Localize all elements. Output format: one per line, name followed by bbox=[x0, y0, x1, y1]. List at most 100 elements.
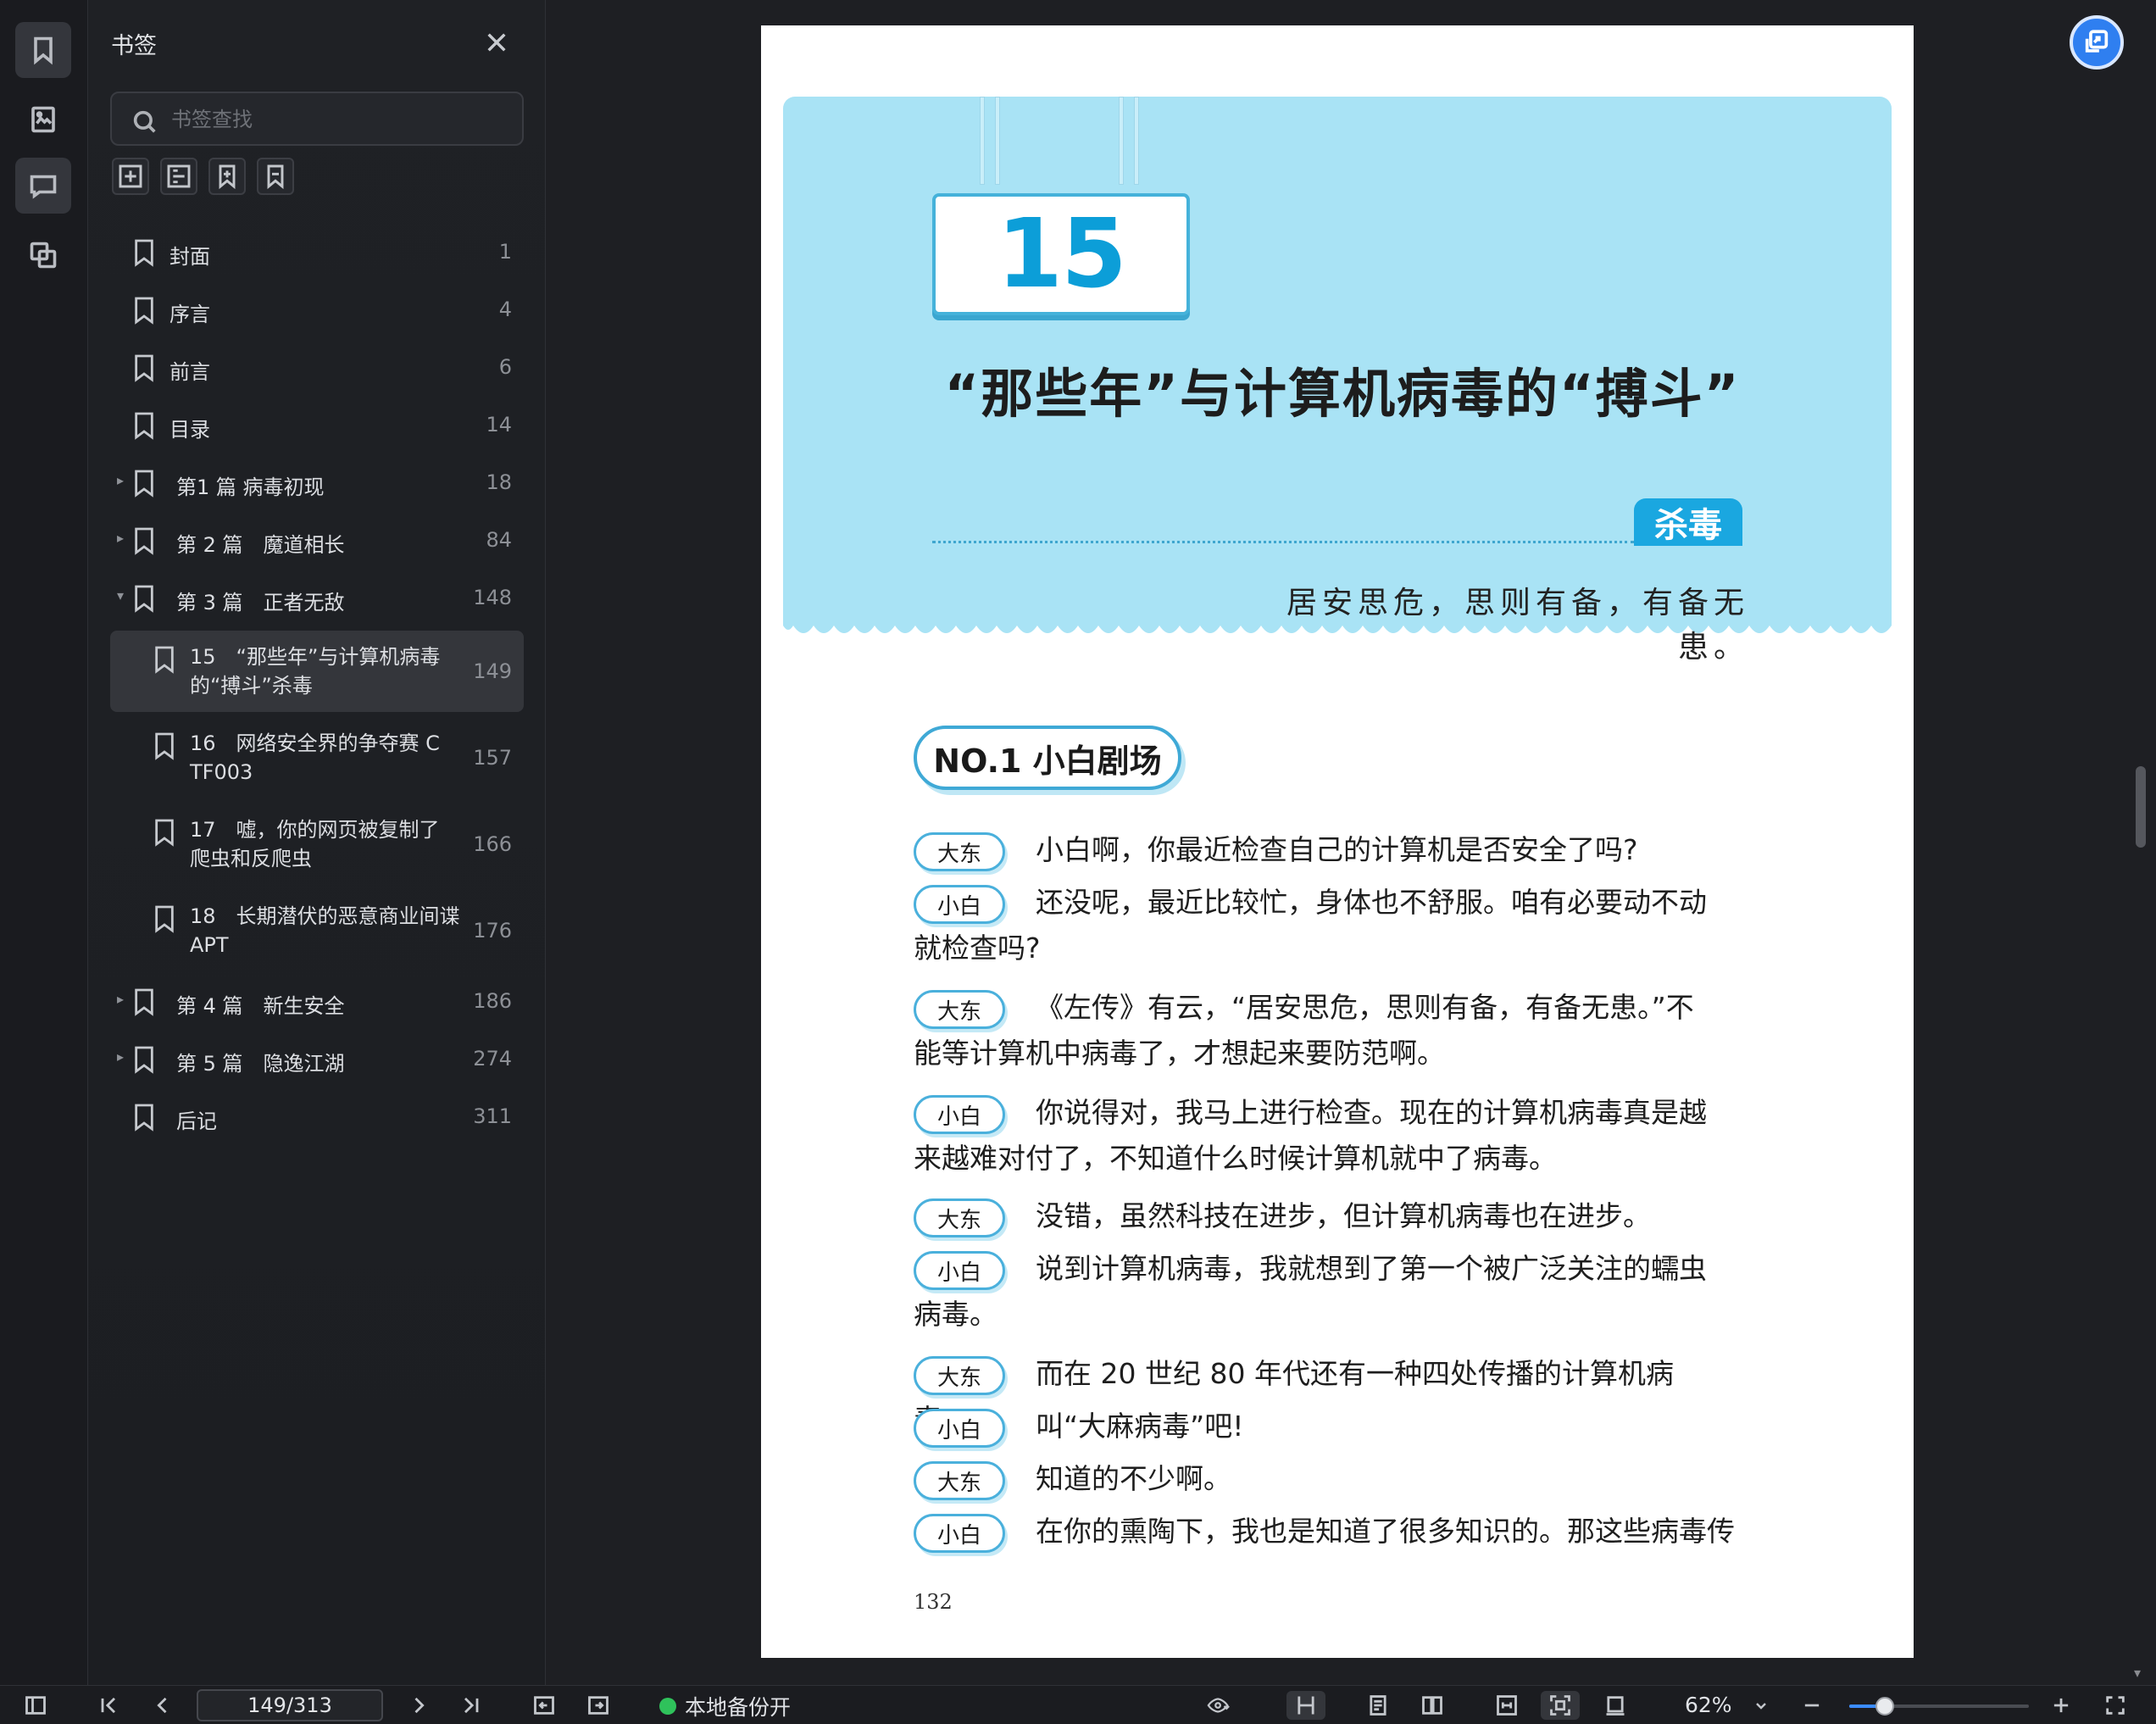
close-icon[interactable] bbox=[483, 29, 510, 56]
document-area: 15 “那些年”与计算机病毒的“搏斗” 杀毒 居安思危，思则有备，有备无患。 N… bbox=[547, 0, 2156, 1685]
dialogue-line: 在你的熏陶下，我也是知道了很多知识的。那这些病毒传 bbox=[1036, 1515, 1735, 1548]
expand-caret-icon[interactable]: ▸ bbox=[117, 531, 129, 545]
bookmark-rail-icon[interactable] bbox=[15, 22, 71, 78]
backup-status[interactable]: 本地备份开 bbox=[659, 1691, 791, 1721]
bookmark-item[interactable]: 17 嘘，你的网页被复制了爬虫和反爬虫 166 bbox=[110, 804, 524, 885]
zoom-slider-handle[interactable] bbox=[1875, 1697, 1895, 1716]
icon-rail bbox=[0, 0, 88, 1685]
bookmark-page: 157 bbox=[473, 746, 512, 770]
bookmark-item[interactable]: 18 长期潜伏的恶意商业间谍APT 176 bbox=[110, 890, 524, 971]
bookmark-icon bbox=[153, 644, 176, 675]
bookmark-icon bbox=[132, 987, 156, 1017]
bookmark-search[interactable] bbox=[110, 92, 524, 146]
continuous-scroll-icon[interactable] bbox=[1286, 1691, 1325, 1720]
zoom-in-icon[interactable] bbox=[2046, 1691, 2076, 1720]
attachment-rail-icon[interactable] bbox=[15, 227, 71, 283]
bookmark-page: 84 bbox=[486, 528, 512, 552]
collapse-caret-icon[interactable]: ▾ bbox=[117, 589, 129, 603]
bookmark-item[interactable]: 封面 1 bbox=[110, 224, 524, 281]
share-icon bbox=[2085, 30, 2109, 53]
bookmark-page: 14 bbox=[486, 413, 512, 437]
bookmark-icon bbox=[132, 526, 156, 556]
bookmark-icon bbox=[153, 904, 176, 934]
next-page-icon[interactable] bbox=[403, 1691, 434, 1720]
eye-view-icon[interactable] bbox=[1193, 1691, 1244, 1720]
vertical-scrollbar[interactable] bbox=[2136, 766, 2146, 848]
bookmark-label: 目录 bbox=[169, 418, 210, 442]
card-string bbox=[980, 97, 985, 185]
bookmark-label: 16 网络安全界的争夺赛 CTF003 bbox=[190, 731, 440, 784]
zoom-slider[interactable] bbox=[1849, 1697, 2029, 1716]
bookmark-item[interactable]: ▸ 第1 篇 病毒初现 18 bbox=[110, 454, 524, 512]
expand-caret-icon[interactable]: ▸ bbox=[117, 993, 129, 1006]
floating-share-button[interactable] bbox=[2070, 15, 2124, 70]
add-bookmark-icon[interactable] bbox=[208, 158, 246, 195]
bookmark-label: 封面 bbox=[169, 245, 210, 269]
comment-rail-icon[interactable] bbox=[15, 158, 71, 214]
bookmark-label: 15 “那些年”与计算机病毒的“搏斗”杀毒 bbox=[190, 645, 441, 698]
fit-width-icon[interactable] bbox=[1492, 1691, 1522, 1720]
bookmark-panel: 书签 封面 1 序言 4 前言 6 目录 14 ▸ 第1 篇 病毒初现 18 ▸ bbox=[89, 0, 546, 1685]
go-forward-icon[interactable] bbox=[583, 1691, 614, 1720]
bookmark-item[interactable]: 16 网络安全界的争夺赛 CTF003 157 bbox=[110, 717, 524, 798]
bookmark-icon bbox=[132, 237, 156, 268]
chapter-tag: 杀毒 bbox=[1634, 498, 1742, 546]
zoom-dropdown-chevron-icon[interactable] bbox=[1751, 1691, 1771, 1720]
bookmark-item[interactable]: 后记 311 bbox=[110, 1088, 524, 1146]
bookmark-item[interactable]: 前言 6 bbox=[110, 339, 524, 397]
thumbnail-rail-icon[interactable] bbox=[15, 92, 71, 147]
bookmark-label: 第 3 篇 正者无敌 bbox=[176, 591, 345, 615]
bookmark-item-selected[interactable]: 15 “那些年”与计算机病毒的“搏斗”杀毒 149 bbox=[110, 631, 524, 712]
bookmark-label: 18 长期潜伏的恶意商业间谍APT bbox=[190, 904, 460, 957]
bookmark-label: 第 4 篇 新生安全 bbox=[176, 994, 345, 1018]
bookmark-page: 166 bbox=[473, 832, 512, 856]
dialogue-line: 知道的不少啊。 bbox=[1036, 1462, 1231, 1495]
two-page-icon[interactable] bbox=[1417, 1691, 1448, 1720]
dialogue-line: 小白啊，你最近检查自己的计算机是否安全了吗? bbox=[1036, 833, 1638, 866]
bookmark-page: 274 bbox=[473, 1047, 512, 1071]
remove-bookmark-icon[interactable] bbox=[257, 158, 294, 195]
bookmark-page: 186 bbox=[473, 989, 512, 1013]
bookmark-icon bbox=[132, 583, 156, 614]
chapter-number-card: 15 bbox=[932, 193, 1190, 315]
previous-page-icon[interactable] bbox=[147, 1691, 178, 1720]
bookmark-item[interactable]: 目录 14 bbox=[110, 397, 524, 454]
bookmark-icon bbox=[132, 1044, 156, 1075]
expand-caret-icon[interactable]: ▸ bbox=[117, 474, 129, 487]
bookmark-page: 18 bbox=[486, 470, 512, 494]
toggle-sidebar-icon[interactable] bbox=[20, 1691, 51, 1720]
scroll-down-arrow-icon[interactable]: ▾ bbox=[2134, 1665, 2141, 1681]
zoom-out-icon[interactable] bbox=[1797, 1691, 1827, 1720]
first-page-icon[interactable] bbox=[93, 1691, 124, 1720]
bookmark-search-input[interactable] bbox=[171, 102, 510, 137]
bookmark-label: 第1 篇 病毒初现 bbox=[176, 475, 325, 499]
bookmark-item[interactable]: ▸ 第 2 篇 魔道相长 84 bbox=[110, 512, 524, 570]
bookmark-label: 第 5 篇 隐逸江湖 bbox=[176, 1052, 345, 1076]
bookmark-page: 4 bbox=[498, 298, 512, 321]
bookmark-item[interactable]: ▾ 第 3 篇 正者无敌 148 bbox=[110, 570, 524, 627]
bookmark-icon bbox=[132, 353, 156, 383]
chapter-banner: 15 “那些年”与计算机病毒的“搏斗” 杀毒 居安思危，思则有备，有备无患。 bbox=[783, 97, 1892, 665]
page-indicator-input[interactable]: 149/313 bbox=[197, 1689, 383, 1721]
dialogue-line: 你说得对，我马上进行检查。现在的计算机病毒真是越来越难对付了，不知道什么时候计算… bbox=[914, 1096, 1707, 1175]
go-back-icon[interactable] bbox=[529, 1691, 559, 1720]
bookmark-page: 311 bbox=[473, 1104, 512, 1128]
bookmark-page: 149 bbox=[473, 659, 512, 683]
single-page-icon[interactable] bbox=[1363, 1691, 1393, 1720]
search-icon bbox=[133, 110, 156, 133]
zoom-level[interactable]: 62% bbox=[1685, 1693, 1732, 1717]
bookmark-label: 序言 bbox=[169, 303, 210, 326]
expand-caret-icon[interactable]: ▸ bbox=[117, 1050, 129, 1064]
last-page-icon[interactable] bbox=[456, 1691, 486, 1720]
bookmark-icon bbox=[132, 1102, 156, 1132]
collapse-all-icon[interactable] bbox=[160, 158, 197, 195]
expand-all-icon[interactable] bbox=[112, 158, 149, 195]
fit-page-icon[interactable] bbox=[1541, 1691, 1580, 1720]
bookmark-item[interactable]: 序言 4 bbox=[110, 281, 524, 339]
title-divider bbox=[932, 541, 1634, 543]
bookmark-item[interactable]: ▸ 第 4 篇 新生安全 186 bbox=[110, 973, 524, 1031]
dialogue-line: 说到计算机病毒，我就想到了第一个被广泛关注的蠕虫病毒。 bbox=[914, 1252, 1707, 1331]
bookmark-item[interactable]: ▸ 第 5 篇 隐逸江湖 274 bbox=[110, 1031, 524, 1088]
rotate-page-icon[interactable] bbox=[1600, 1691, 1631, 1720]
fullscreen-icon[interactable] bbox=[2100, 1691, 2131, 1720]
